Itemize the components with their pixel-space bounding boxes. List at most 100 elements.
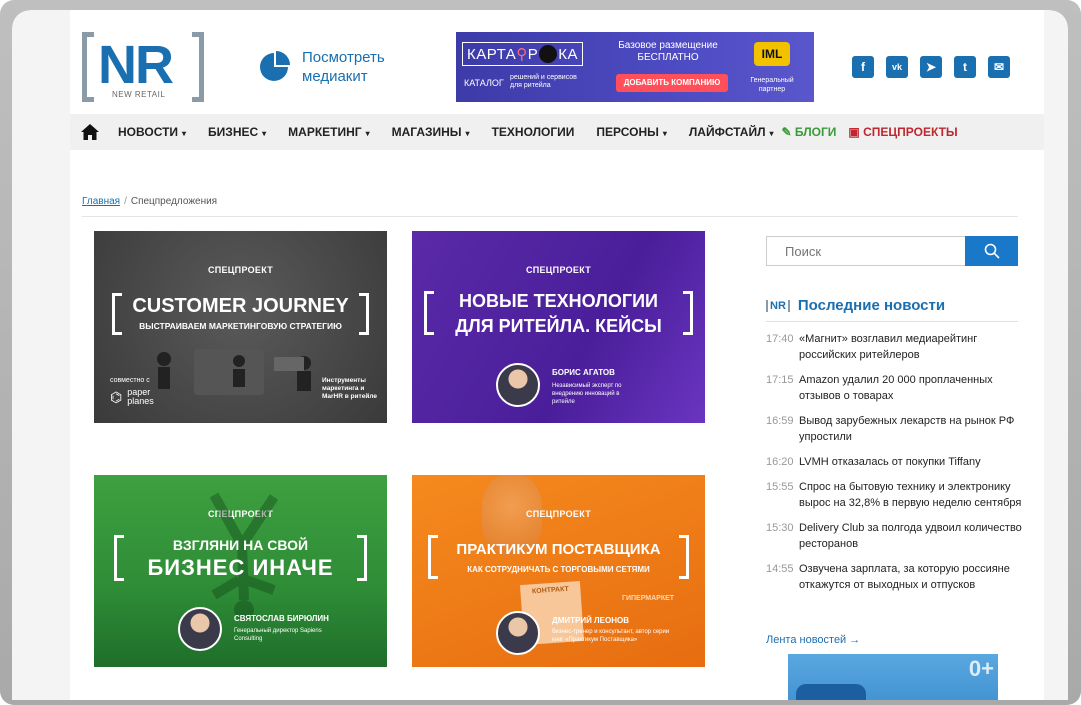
news-time: 15:30: [766, 522, 794, 534]
mediakit-link[interactable]: Посмотреть медиакит: [258, 48, 402, 86]
vk-icon[interactable]: vk: [886, 56, 908, 78]
banner-brand-part3: КА: [558, 46, 579, 63]
news-time: 17:15: [766, 374, 794, 386]
page-gutter-right: [1044, 10, 1068, 700]
card-title-line1: НОВЫЕ ТЕХНОЛОГИИ: [459, 291, 658, 311]
news-item[interactable]: 16:20 LVMH отказалась от покупки Tiffany: [766, 454, 1022, 470]
special-card-supplier-practicum[interactable]: СПЕЦПРОЕКТ ПРАКТИКУМ ПОСТАВЩИКА КАК СОТР…: [412, 475, 705, 667]
nav-item-special-projects[interactable]: ▣ СПЕЦПРОЕКТЫ: [848, 125, 957, 139]
search-button[interactable]: [965, 236, 1018, 266]
paper-plane-icon: ⌬: [110, 388, 123, 405]
age-rating-badge: 0+: [968, 656, 994, 681]
twitter-icon[interactable]: t: [954, 56, 976, 78]
special-card-customer-journey[interactable]: СПЕЦПРОЕКТ CUSTOMER JOURNEY ВЫСТРАИВАЕМ …: [94, 231, 387, 423]
add-company-button[interactable]: ДОБАВИТЬ КОМПАНИЮ: [616, 74, 728, 92]
chevron-down-icon: ▾: [662, 129, 667, 138]
news-time: 16:59: [766, 415, 794, 427]
chevron-down-icon: ▾: [262, 129, 267, 138]
news-text: LVMH отказалась от покупки Tiffany: [799, 456, 981, 468]
nav-item-technology[interactable]: ТЕХНОЛОГИИ: [492, 125, 575, 139]
banner-base-text: Базовое размещение БЕСПЛАТНО: [618, 40, 718, 63]
news-time: 17:40: [766, 333, 794, 345]
nav-item-blogs[interactable]: ✎ БЛОГИ: [782, 125, 837, 139]
mail-icon[interactable]: ✉: [988, 56, 1010, 78]
nav-item-label: МАГАЗИНЫ: [391, 125, 462, 139]
divider: [766, 321, 1018, 322]
banner-brand-part1: КАРТА: [467, 46, 517, 63]
special-card-business-differently[interactable]: СПЕЦПРОЕКТ ВЗГЛЯНИ НА СВОЙ БИЗНЕС ИНАЧЕ …: [94, 475, 387, 667]
site-logo[interactable]: NR NEW RETAIL: [82, 32, 204, 102]
latest-news-title[interactable]: Последние новости: [798, 297, 945, 314]
news-text: Delivery Club за полгода удвоил количест…: [799, 522, 1022, 550]
news-item[interactable]: 14:55 Озвучена зарплата, за которую росси…: [766, 561, 1022, 593]
logo-bracket-left: [82, 32, 94, 102]
person-name: СВЯТОСЛАВ БИРЮЛИН: [234, 614, 329, 623]
store-sign: ГИПЕРМАРКЕТ: [622, 595, 675, 602]
mediakit-label: Посмотреть медиакит: [302, 49, 385, 85]
nav-item-persons[interactable]: ПЕРСОНЫ ▾: [596, 125, 666, 139]
news-item[interactable]: 15:30 Delivery Club за полгода удвоил кол…: [766, 520, 1022, 552]
nav-item-stores[interactable]: МАГАЗИНЫ ▾: [392, 125, 470, 139]
chevron-down-icon: ▾: [365, 129, 370, 138]
kartaroka-banner[interactable]: КАРТА⚲Р КА КАТАЛОГ решений и сервисов для…: [456, 32, 814, 102]
special-card-new-tech[interactable]: СПЕЦПРОЕКТ НОВЫЕ ТЕХНОЛОГИИ ДЛЯ РИТЕЙЛА.…: [412, 231, 705, 423]
news-time: 16:20: [766, 456, 794, 468]
news-time: 14:55: [766, 563, 794, 575]
nav-item-business[interactable]: БИЗНЕС ▾: [208, 125, 266, 139]
home-icon[interactable]: [80, 123, 100, 141]
card-title-line2: БИЗНЕС ИНАЧЕ: [147, 555, 334, 580]
telegram-icon[interactable]: ➤: [920, 56, 942, 78]
breadcrumb-separator: /: [124, 196, 127, 207]
nav-item-marketing[interactable]: МАРКЕТИНГ ▾: [288, 125, 369, 139]
news-text: «Магнит» возглавил медиарейтинг российск…: [799, 333, 978, 361]
news-item[interactable]: 17:15 Amazon удалил 20 000 проплаченных о…: [766, 372, 1022, 404]
person-name: ДМИТРИЙ ЛЕОНОВ: [552, 616, 630, 625]
card-note: Инструменты маркетинга и MarHR в ритейле: [322, 377, 377, 400]
nav-item-news[interactable]: НОВОСТИ ▾: [118, 125, 186, 139]
nav-item-label: ПЕРСОНЫ: [596, 125, 659, 139]
nav-item-label: ЛАЙФСТАЙЛ: [688, 125, 766, 139]
logo-text: NR: [98, 35, 174, 95]
breadcrumb-current: Спецпредложения: [130, 196, 218, 207]
chevron-down-icon: ▾: [465, 129, 470, 138]
map-pin-icon: ⚲: [516, 46, 528, 63]
breadcrumb-home-link[interactable]: Главная: [82, 196, 120, 207]
social-links: f vk ➤ t ✉: [852, 56, 1010, 78]
avatar: [178, 607, 222, 651]
news-item[interactable]: 15:55 Спрос на бытовую технику и электрон…: [766, 479, 1022, 511]
logo-subtitle: NEW RETAIL: [112, 90, 166, 99]
browser-viewport: NR NEW RETAIL Посмотреть медиакит КАРТА⚲…: [12, 10, 1068, 700]
search-bar: [766, 236, 1018, 266]
sidebar-ad-banner[interactable]: 0+: [788, 654, 998, 700]
person-name: БОРИС АГАТОВ: [552, 368, 615, 377]
news-time: 15:55: [766, 481, 794, 493]
news-item[interactable]: 17:40 «Магнит» возглавил медиарейтинг рос…: [766, 331, 1022, 363]
iml-logo: IML: [754, 42, 790, 66]
nav-item-lifestyle[interactable]: ЛАЙФСТАЙЛ ▾: [689, 125, 774, 139]
breadcrumb: Главная / Спецпредложения: [82, 196, 217, 207]
news-feed-link[interactable]: Лента новостей →: [766, 634, 860, 646]
nr-mini-logo: NR: [766, 299, 790, 312]
card-title-line2: ДЛЯ РИТЕЙЛА. КЕЙСЫ: [455, 316, 662, 336]
person-desc: Генеральный директор Sapiens Consulting: [234, 628, 322, 642]
news-text: Amazon удалил 20 000 проплаченных отзыво…: [799, 374, 993, 402]
ad-shape: [796, 684, 866, 700]
search-input[interactable]: [766, 236, 965, 266]
card-tag: СПЕЦПРОЕКТ: [207, 265, 274, 275]
person-desc: Независимый эксперт по внедрению инновац…: [552, 383, 622, 405]
card-subtitle: КАК СОТРУДНИЧАТЬ С ТОРГОВЫМИ СЕТЯМИ: [467, 565, 650, 574]
card-title-line1: ВЗГЛЯНИ НА СВОЙ: [172, 537, 309, 553]
chevron-down-icon: ▾: [182, 129, 187, 138]
nav-item-label: НОВОСТИ: [118, 125, 179, 139]
card-tag: СПЕЦПРОЕКТ: [525, 509, 592, 519]
news-item[interactable]: 16:59 Вывод зарубежных лекарств на рынок …: [766, 413, 1022, 445]
nav-item-label: ТЕХНОЛОГИИ: [491, 125, 575, 139]
logo-bracket-right: [192, 32, 204, 102]
device-frame: NR NEW RETAIL Посмотреть медиакит КАРТА⚲…: [0, 0, 1081, 705]
partner-name: paper planes: [127, 387, 154, 406]
chevron-down-icon: ▾: [769, 129, 774, 138]
facebook-icon[interactable]: f: [852, 56, 874, 78]
page: NR NEW RETAIL Посмотреть медиакит КАРТА⚲…: [70, 10, 1044, 700]
banner-partner-label: Генеральный партнер: [750, 77, 794, 93]
card-title: ПРАКТИКУМ ПОСТАВЩИКА: [456, 541, 661, 558]
